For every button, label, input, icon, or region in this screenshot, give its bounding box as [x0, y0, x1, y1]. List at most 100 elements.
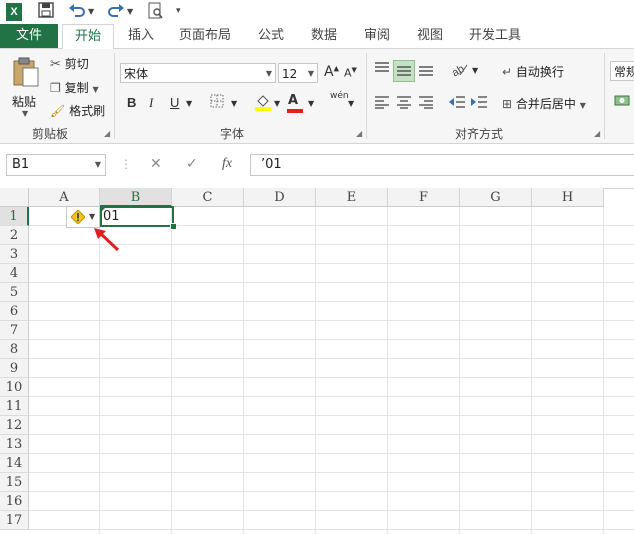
grid-hline [29, 472, 634, 473]
save-icon[interactable] [38, 2, 54, 22]
border-dropdown-icon[interactable]: ▼ [231, 99, 237, 108]
print-preview-icon[interactable] [148, 2, 164, 24]
tab-page-layout[interactable]: 页面布局 [172, 24, 238, 48]
grid-hline [29, 510, 634, 511]
phonetic-icon[interactable]: wén [330, 91, 349, 101]
column-header-a[interactable]: A [29, 188, 100, 207]
redo-dropdown-icon[interactable]: ▼ [127, 7, 133, 16]
orientation-icon[interactable]: ab [450, 61, 468, 81]
italic-button[interactable]: I [149, 95, 153, 111]
clipboard-group-label: 剪贴板 [32, 127, 69, 141]
font-color-dropdown-icon[interactable]: ▼ [308, 99, 314, 108]
error-warning-button[interactable]: ▼ [66, 206, 100, 228]
warning-icon [71, 210, 85, 224]
phonetic-dropdown-icon[interactable]: ▼ [348, 99, 354, 108]
alignment-launcher-icon[interactable]: ◢ [594, 129, 600, 138]
column-header-e[interactable]: E [316, 188, 388, 207]
column-header-b[interactable]: B [100, 188, 172, 207]
font-name-select[interactable]: 宋体 ▼ [120, 63, 276, 83]
copy-button[interactable]: ❐ 复制 ▼ [50, 79, 99, 96]
grid-hline [29, 263, 634, 264]
tab-developer[interactable]: 开发工具 [462, 24, 528, 48]
fill-handle[interactable] [170, 223, 177, 230]
format-painter-button[interactable]: 🖌 格式刷 [50, 102, 105, 119]
customize-qat-icon[interactable]: ▾ [176, 6, 181, 16]
bold-button[interactable]: B [127, 95, 136, 110]
column-header-d[interactable]: D [244, 188, 316, 207]
row-header-4[interactable]: 4 [0, 264, 29, 283]
row-header-13[interactable]: 13 [0, 435, 29, 454]
wrap-text-icon: ↵ [502, 65, 513, 79]
wrap-text-button[interactable]: ↵ 自动换行 [502, 63, 564, 80]
tab-formulas[interactable]: 公式 [250, 24, 292, 48]
row-header-10[interactable]: 10 [0, 378, 29, 397]
paste-button[interactable]: 粘贴 ▼ [8, 55, 44, 119]
grid-hline [29, 301, 634, 302]
align-middle-icon[interactable] [393, 60, 415, 82]
tab-file[interactable]: 文件 [0, 24, 58, 48]
redo-icon[interactable] [107, 2, 125, 22]
row-header-12[interactable]: 12 [0, 416, 29, 435]
row-header-14[interactable]: 14 [0, 454, 29, 473]
merge-center-label: 合并后居中 [515, 97, 576, 111]
row-header-7[interactable]: 7 [0, 321, 29, 340]
row-header-2[interactable]: 2 [0, 226, 29, 245]
tab-data[interactable]: 数据 [303, 24, 345, 48]
merge-icon: ⊞ [502, 97, 513, 111]
fill-color-icon[interactable] [254, 93, 272, 115]
align-center-icon[interactable] [396, 95, 412, 113]
undo-dropdown-icon[interactable]: ▼ [88, 7, 94, 16]
number-format-value: 常规 [614, 65, 634, 79]
row-header-5[interactable]: 5 [0, 283, 29, 302]
font-color-icon[interactable]: A [287, 93, 303, 113]
clipboard-launcher-icon[interactable]: ◢ [104, 129, 110, 138]
cancel-icon[interactable]: ✕ [150, 156, 162, 172]
row-header-3[interactable]: 3 [0, 245, 29, 264]
tab-review[interactable]: 审阅 [356, 24, 398, 48]
increase-font-icon[interactable]: A▲ [324, 64, 339, 80]
tab-home[interactable]: 开始 [62, 24, 114, 50]
cut-button[interactable]: ✂ 剪切 [50, 55, 89, 72]
grid-hline [29, 529, 634, 530]
row-header-9[interactable]: 9 [0, 359, 29, 378]
row-header-1[interactable]: 1 [0, 207, 29, 226]
tab-view[interactable]: 视图 [409, 24, 451, 48]
column-header-h[interactable]: H [532, 188, 604, 207]
column-header-g[interactable]: G [460, 188, 532, 207]
row-header-6[interactable]: 6 [0, 302, 29, 321]
grid-vline [99, 207, 100, 534]
merge-center-button[interactable]: ⊞ 合并后居中 ▼ [502, 95, 586, 112]
formula-input[interactable]: ’01 [250, 154, 634, 176]
number-format-select[interactable]: 常规 [610, 61, 634, 81]
insert-function-icon[interactable]: fx [222, 156, 232, 172]
row-header-17[interactable]: 17 [0, 511, 29, 530]
font-launcher-icon[interactable]: ◢ [356, 129, 362, 138]
orientation-dropdown-icon[interactable]: ▼ [472, 66, 478, 75]
column-header-c[interactable]: C [172, 188, 244, 207]
align-right-icon[interactable] [418, 95, 434, 113]
font-size-select[interactable]: 12 ▼ [278, 63, 318, 83]
align-top-icon[interactable] [374, 61, 390, 79]
fill-color-dropdown-icon[interactable]: ▼ [274, 99, 280, 108]
ribbon-home: 粘贴 ▼ ✂ 剪切 ❐ 复制 ▼ 🖌 格式刷 剪贴板 ◢ 宋体 ▼ 12 ▼ A▲ … [0, 49, 634, 144]
grid-hline [29, 320, 634, 321]
align-left-icon[interactable] [374, 95, 390, 113]
name-box[interactable]: B1 ▼ [6, 154, 106, 176]
decrease-font-icon[interactable]: A▼ [344, 66, 357, 80]
undo-icon[interactable] [68, 2, 86, 22]
row-header-15[interactable]: 15 [0, 473, 29, 492]
tab-insert[interactable]: 插入 [118, 24, 164, 48]
row-header-11[interactable]: 11 [0, 397, 29, 416]
column-header-f[interactable]: F [388, 188, 460, 207]
decrease-indent-icon[interactable] [448, 95, 466, 113]
row-header-8[interactable]: 8 [0, 340, 29, 359]
enter-icon[interactable]: ✓ [186, 156, 198, 172]
align-bottom-icon[interactable] [418, 63, 434, 81]
increase-indent-icon[interactable] [470, 95, 488, 113]
currency-format-icon[interactable] [614, 93, 630, 113]
select-all-corner[interactable] [0, 188, 29, 207]
underline-dropdown-icon[interactable]: ▼ [186, 99, 192, 108]
underline-button[interactable]: U [170, 95, 179, 110]
border-icon[interactable] [210, 94, 224, 112]
row-header-16[interactable]: 16 [0, 492, 29, 511]
